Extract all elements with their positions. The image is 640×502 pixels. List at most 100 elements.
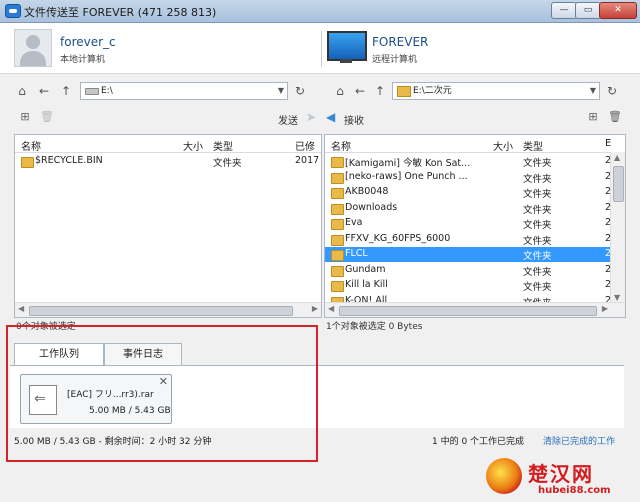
file-row[interactable]: FLCL 文件夹 2 (325, 247, 625, 262)
file-type: 文件夹 (213, 158, 242, 169)
receive-button[interactable]: 接收 (344, 112, 364, 127)
file-type: 文件夹 (523, 251, 552, 262)
maximize-button[interactable]: ▭ (575, 2, 601, 19)
file-type: 文件夹 (523, 220, 552, 231)
remote-selection-status: 1个对象被选定 0 Bytes (326, 322, 423, 332)
title-bar: 文件传送至 FOREVER (471 258 813) — ▭ ✕ (0, 0, 640, 23)
column-name[interactable]: 名称 (331, 138, 351, 153)
clear-completed-link[interactable]: 清除已完成的工作 (543, 434, 615, 447)
transfer-job-card[interactable]: [EAC] フリ...rr3).rar 5.00 MB / 5.43 GB ✕ (20, 374, 172, 424)
chevron-down-icon[interactable]: ▼ (590, 83, 596, 99)
column-modified[interactable]: E (605, 138, 611, 149)
remote-file-list[interactable]: 名称 大小 类型 E [Kamigami] 今敏 Kon Sat... 文件夹 2[… (324, 134, 626, 318)
send-button[interactable]: 发送 (278, 112, 298, 127)
minimize-button[interactable]: — (551, 2, 577, 19)
scroll-up-icon[interactable]: ▲ (614, 153, 620, 162)
refresh-icon[interactable]: ↻ (292, 82, 308, 100)
local-action-row: ⊞ 🗑 发送 ➤ (14, 110, 320, 127)
file-name: FFXV_KG_60FPS_6000 (345, 232, 451, 244)
column-type[interactable]: 类型 (523, 138, 543, 153)
scroll-left-icon[interactable]: ◀ (18, 304, 24, 313)
site-watermark: 楚汉网 hubei88.com (474, 452, 640, 502)
receive-arrow-icon[interactable]: ◀ (326, 110, 335, 124)
header-divider (321, 31, 322, 67)
file-type: 文件夹 (523, 158, 552, 169)
file-row[interactable]: Gundam 文件夹 2 (325, 263, 625, 278)
transfer-file-icon (29, 385, 57, 415)
teamviewer-app-icon (5, 4, 21, 18)
work-queue-panel: [EAC] フリ...rr3).rar 5.00 MB / 5.43 GB ✕ (10, 365, 624, 428)
home-icon[interactable]: ⌂ (332, 82, 348, 100)
file-row[interactable]: Kill la Kill 文件夹 2 (325, 278, 625, 293)
file-date: 2017 (295, 155, 320, 166)
new-folder-icon[interactable]: ⊞ (18, 110, 32, 124)
computer-header: forever_c 本地计算机 FOREVER 远程计算机 (0, 23, 640, 74)
scroll-thumb[interactable] (339, 306, 597, 316)
local-path-text: E:\ (101, 86, 113, 96)
file-row[interactable]: AKB0048 文件夹 2 (325, 185, 625, 200)
delete-icon[interactable]: 🗑 (40, 110, 54, 124)
file-row[interactable]: [neko-raws] One Punch ... 文件夹 2 (325, 170, 625, 185)
file-name: [Kamigami] 今敏 Kon Sat... (345, 158, 471, 169)
up-arrow-icon[interactable]: ↑ (58, 82, 74, 100)
job-file-name: [EAC] フリ...rr3).rar (67, 390, 154, 400)
file-row[interactable]: Eva 文件夹 2 (325, 216, 625, 231)
delete-icon[interactable]: 🗑 (608, 110, 622, 124)
file-row[interactable]: $RECYCLE.BIN 文件夹 2017 (15, 154, 321, 169)
file-row[interactable]: [Kamigami] 今敏 Kon Sat... 文件夹 2 (325, 154, 625, 169)
folder-icon (331, 172, 344, 184)
scroll-right-icon[interactable]: ▶ (312, 304, 318, 313)
window-title: 文件传送至 FOREVER (471 258 813) (24, 6, 217, 19)
chevron-down-icon[interactable]: ▼ (278, 83, 284, 99)
file-row[interactable]: Downloads 文件夹 2 (325, 201, 625, 216)
file-type: 文件夹 (523, 266, 552, 278)
new-folder-icon[interactable]: ⊞ (586, 110, 600, 124)
column-type[interactable]: 类型 (213, 138, 233, 153)
home-icon[interactable]: ⌂ (14, 82, 30, 100)
horizontal-scrollbar[interactable]: ◀ ▶ (325, 302, 625, 317)
folder-icon (331, 265, 344, 277)
file-name: Gundam (345, 263, 386, 275)
watermark-url: hubei88.com (538, 485, 611, 496)
vertical-scrollbar[interactable]: ▲ ▼ (610, 152, 625, 317)
scroll-right-icon[interactable]: ▶ (602, 304, 608, 313)
folder-icon (331, 157, 344, 168)
local-path-field[interactable]: E:\ ▼ (80, 82, 288, 100)
tab-work-queue[interactable]: 工作队列 (14, 343, 104, 367)
jobs-completed-text: 1 中的 0 个工作已完成 (432, 437, 525, 447)
remote-nav-bar: ⌂ ← ↑ E:\二次元 ▼ ↻ (326, 82, 626, 100)
up-arrow-icon[interactable]: ↑ (372, 82, 388, 100)
file-name: [neko-raws] One Punch ... (345, 170, 468, 182)
folder-icon (331, 203, 344, 215)
scroll-thumb[interactable] (29, 306, 293, 316)
back-arrow-icon[interactable]: ← (36, 82, 52, 100)
file-name: FLCL (345, 248, 368, 259)
column-size[interactable]: 大小 (183, 138, 203, 153)
file-name: Eva (345, 217, 363, 228)
remote-path-text: E:\二次元 (413, 86, 452, 96)
column-name[interactable]: 名称 (21, 138, 41, 153)
file-transfer-window: 文件传送至 FOREVER (471 258 813) — ▭ ✕ foreve… (0, 0, 640, 502)
scroll-down-icon[interactable]: ▼ (614, 293, 620, 302)
horizontal-scrollbar[interactable]: ◀ ▶ (15, 302, 321, 317)
close-icon[interactable]: ✕ (159, 375, 168, 388)
column-header: 名称 大小 类型 E (325, 135, 625, 153)
file-row[interactable]: FFXV_KG_60FPS_6000 文件夹 2 (325, 232, 625, 247)
folder-icon (331, 281, 344, 292)
remote-path-field[interactable]: E:\二次元 ▼ (392, 82, 600, 100)
scroll-thumb[interactable] (613, 166, 624, 202)
file-name: $RECYCLE.BIN (35, 155, 103, 166)
close-button[interactable]: ✕ (599, 2, 637, 19)
local-nav-bar: ⌂ ← ↑ E:\ ▼ ↻ (14, 82, 320, 100)
column-size[interactable]: 大小 (493, 138, 513, 153)
transfer-progress-text: 5.00 MB / 5.43 GB - 剩余时间：2 小时 32 分钟 (14, 437, 212, 447)
back-arrow-icon[interactable]: ← (352, 82, 368, 100)
folder-icon (331, 234, 344, 246)
scroll-left-icon[interactable]: ◀ (328, 304, 334, 313)
remote-computer-label: 远程计算机 (372, 55, 418, 65)
column-modified[interactable]: 已修 (295, 138, 315, 153)
tab-event-log[interactable]: 事件日志 (104, 343, 182, 367)
local-file-list[interactable]: 名称 大小 类型 已修 $RECYCLE.BIN 文件夹 2017 ◀ ▶ (14, 134, 322, 318)
send-arrow-icon[interactable]: ➤ (306, 110, 316, 124)
refresh-icon[interactable]: ↻ (604, 82, 620, 100)
